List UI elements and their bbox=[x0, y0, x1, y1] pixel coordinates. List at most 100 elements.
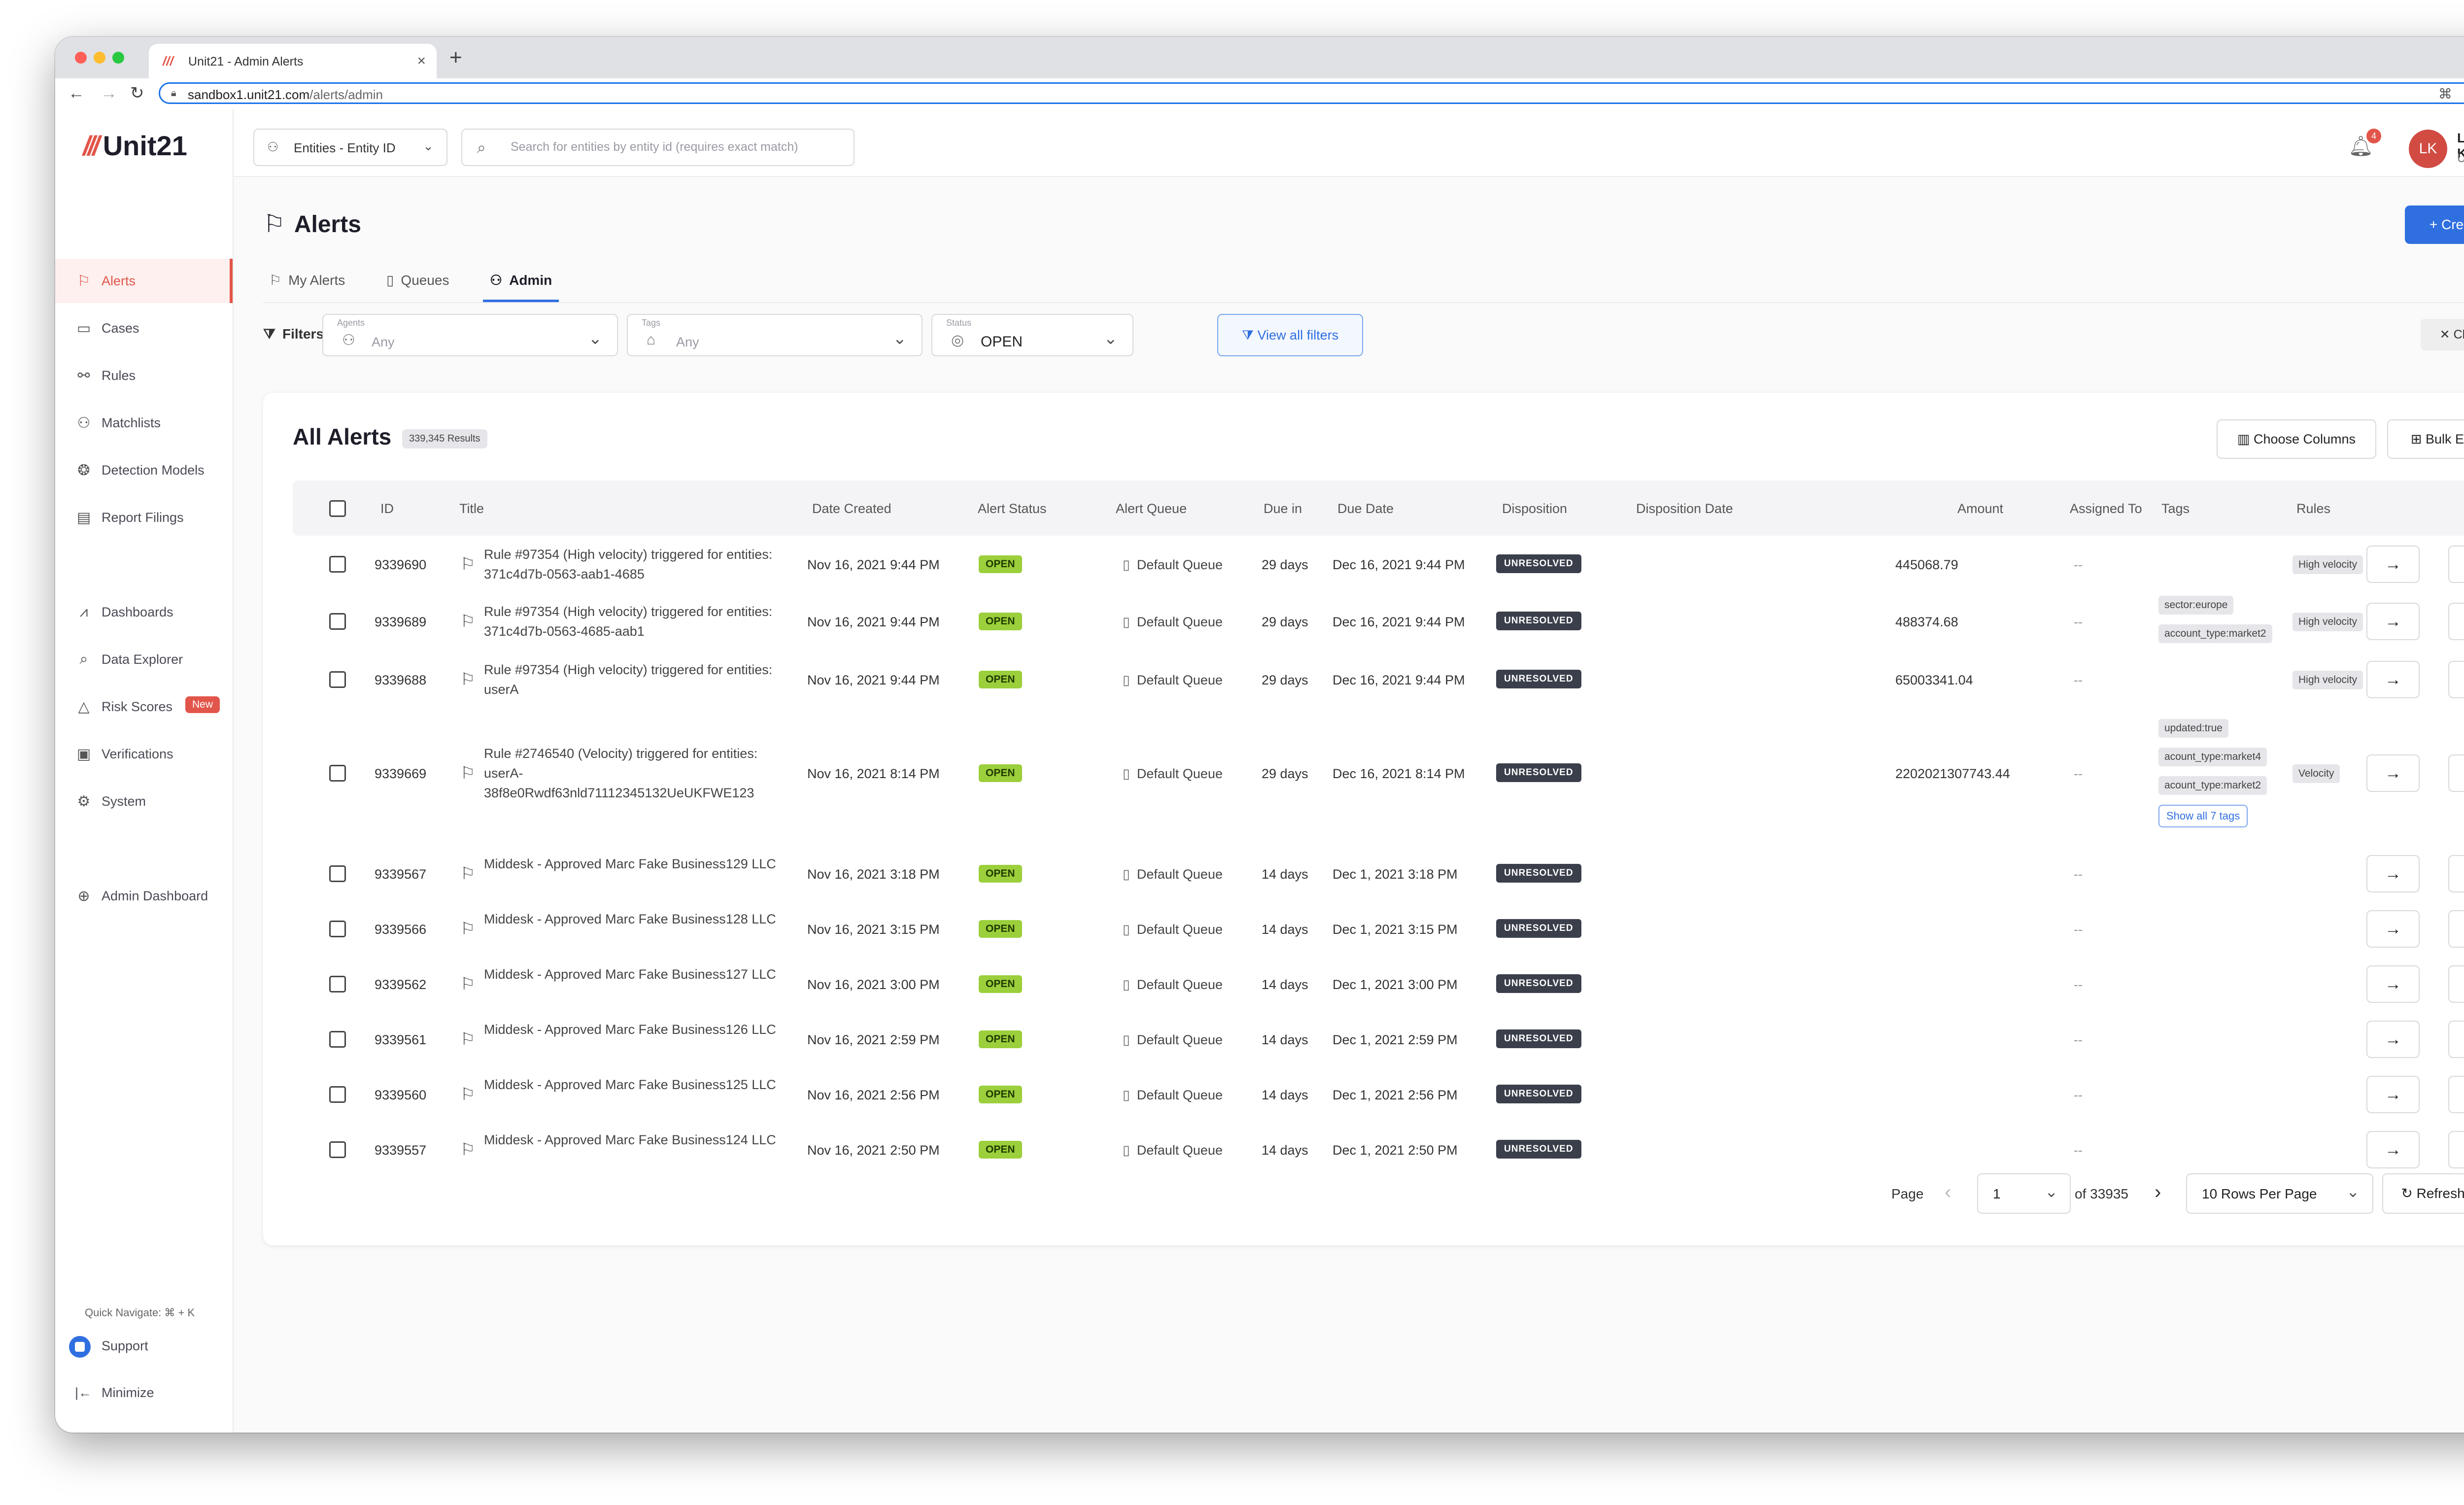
alert-queue[interactable]: ▯ Default Queue bbox=[1123, 977, 1223, 992]
bookmark-star-icon[interactable]: ⌘☆ bbox=[2438, 86, 2464, 102]
close-window-button[interactable] bbox=[75, 52, 87, 64]
minimize-window-button[interactable] bbox=[94, 52, 105, 64]
alert-title[interactable]: Middesk - Approved Marc Fake Business128… bbox=[484, 909, 780, 929]
sidebar-item-matchlists[interactable]: ⚇ Matchlists bbox=[55, 401, 233, 445]
sidebar-item-risk-scores[interactable]: △ Risk Scores New bbox=[55, 684, 233, 729]
sidebar-item-detection-models[interactable]: ❂ Detection Models bbox=[55, 448, 233, 492]
table-row[interactable]: 9339560 ⚐ Middesk - Approved Marc Fake Bus… bbox=[293, 1067, 2464, 1122]
sidebar-item-report-filings[interactable]: ▤ Report Filings bbox=[55, 495, 233, 540]
rows-per-page-select[interactable]: 10 Rows Per Page ⌄ bbox=[2186, 1173, 2373, 1214]
more-actions-button[interactable]: ··· bbox=[2448, 965, 2464, 1003]
alert-title[interactable]: Rule #2746540 (Velocity) triggered for e… bbox=[484, 744, 780, 803]
table-row[interactable]: 9339689 ⚐ Rule #97354 (High velocity) trig… bbox=[293, 594, 2464, 649]
show-all-tags-button[interactable]: Show all 7 tags bbox=[2158, 805, 2248, 827]
new-tab-button[interactable]: + bbox=[449, 47, 462, 68]
open-alert-button[interactable]: → bbox=[2366, 965, 2420, 1003]
page-number-select[interactable]: 1 ⌄ bbox=[1977, 1173, 2071, 1214]
row-checkbox[interactable] bbox=[329, 613, 346, 630]
more-actions-button[interactable]: ··· bbox=[2448, 910, 2464, 948]
column-header-title[interactable]: Title bbox=[459, 501, 484, 516]
open-alert-button[interactable]: → bbox=[2366, 1131, 2420, 1168]
table-row[interactable]: 9339688 ⚐ Rule #97354 (High velocity) trig… bbox=[293, 652, 2464, 707]
alert-title[interactable]: Middesk - Approved Marc Fake Business125… bbox=[484, 1075, 780, 1095]
forward-icon[interactable]: → bbox=[101, 83, 117, 103]
reload-icon[interactable]: ↻ bbox=[130, 83, 144, 103]
more-actions-button[interactable]: ··· bbox=[2448, 603, 2464, 640]
alert-queue[interactable]: ▯ Default Queue bbox=[1123, 673, 1223, 688]
more-actions-button[interactable]: ··· bbox=[2448, 855, 2464, 892]
select-all-checkbox[interactable] bbox=[329, 500, 346, 517]
column-header-disposition-date[interactable]: Disposition Date bbox=[1636, 501, 1733, 516]
tab-my-alerts[interactable]: ⚐ My Alerts bbox=[269, 265, 345, 302]
table-row[interactable]: 9339567 ⚐ Middesk - Approved Marc Fake Bus… bbox=[293, 846, 2464, 901]
column-header-alert-status[interactable]: Alert Status bbox=[978, 501, 1047, 516]
sidebar-item-alerts[interactable]: ⚐ Alerts bbox=[55, 259, 233, 303]
alert-queue[interactable]: ▯ Default Queue bbox=[1123, 1088, 1223, 1103]
tab-queues[interactable]: ▯ Queues bbox=[386, 265, 449, 302]
row-checkbox[interactable] bbox=[329, 1031, 346, 1048]
sidebar-item-verifications[interactable]: ▣ Verifications bbox=[55, 732, 233, 776]
alert-queue[interactable]: ▯ Default Queue bbox=[1123, 766, 1223, 782]
row-checkbox[interactable] bbox=[329, 556, 346, 573]
more-actions-button[interactable]: ··· bbox=[2448, 1021, 2464, 1058]
table-row[interactable]: 9339566 ⚐ Middesk - Approved Marc Fake Bus… bbox=[293, 901, 2464, 957]
tab-admin[interactable]: ⚇ Admin bbox=[483, 265, 559, 302]
user-avatar[interactable]: LK bbox=[2409, 130, 2447, 168]
alert-title[interactable]: Middesk - Approved Marc Fake Business127… bbox=[484, 964, 780, 984]
entity-type-select[interactable]: ⚇ Entities - Entity ID ⌄ bbox=[253, 129, 447, 166]
more-actions-button[interactable]: ··· bbox=[2448, 661, 2464, 698]
sidebar-item-dashboards[interactable]: ⩘ Dashboards bbox=[55, 590, 233, 634]
bulk-export-button[interactable]: ⊞ Bulk Export bbox=[2387, 419, 2464, 459]
sidebar-item-rules[interactable]: ⚯ Rules bbox=[55, 353, 233, 398]
tags-filter[interactable]: Tags ⌂ Any ⌄ bbox=[627, 314, 923, 356]
table-row[interactable]: 9339690 ⚐ Rule #97354 (High velocity) trig… bbox=[293, 537, 2464, 592]
table-row[interactable]: 9339562 ⚐ Middesk - Approved Marc Fake Bus… bbox=[293, 957, 2464, 1012]
open-alert-button[interactable]: → bbox=[2366, 754, 2420, 792]
alert-title[interactable]: Middesk - Approved Marc Fake Business126… bbox=[484, 1020, 780, 1039]
more-actions-button[interactable]: ··· bbox=[2448, 754, 2464, 792]
back-icon[interactable]: ← bbox=[68, 83, 85, 103]
sidebar-item-admin-dashboard[interactable]: ⊕ Admin Dashboard bbox=[55, 874, 233, 918]
row-checkbox[interactable] bbox=[329, 1086, 346, 1103]
open-alert-button[interactable]: → bbox=[2366, 546, 2420, 583]
row-checkbox[interactable] bbox=[329, 865, 346, 882]
more-actions-button[interactable]: ··· bbox=[2448, 1076, 2464, 1113]
close-tab-icon[interactable]: × bbox=[417, 53, 426, 69]
sidebar-item-system[interactable]: ⚙ System bbox=[55, 779, 233, 823]
more-actions-button[interactable]: ··· bbox=[2448, 1131, 2464, 1168]
unit21-logo[interactable]: ///Unit21 bbox=[83, 130, 187, 162]
alert-queue[interactable]: ▯ Default Queue bbox=[1123, 557, 1223, 573]
row-checkbox[interactable] bbox=[329, 921, 346, 937]
table-row[interactable]: 9339669 ⚐ Rule #2746540 (Velocity) trigger… bbox=[293, 709, 2464, 837]
sidebar-item-data-explorer[interactable]: ⌕ Data Explorer bbox=[55, 637, 233, 682]
alert-queue[interactable]: ▯ Default Queue bbox=[1123, 922, 1223, 937]
column-header-alert-queue[interactable]: Alert Queue bbox=[1116, 501, 1187, 516]
row-checkbox[interactable] bbox=[329, 976, 346, 992]
alert-title[interactable]: Rule #97354 (High velocity) triggered fo… bbox=[484, 545, 780, 584]
row-checkbox[interactable] bbox=[329, 1141, 346, 1158]
open-alert-button[interactable]: → bbox=[2366, 1021, 2420, 1058]
alert-queue[interactable]: ▯ Default Queue bbox=[1123, 1032, 1223, 1048]
status-filter[interactable]: Status ◎ OPEN ⌄ bbox=[931, 314, 1133, 356]
open-alert-button[interactable]: → bbox=[2366, 661, 2420, 698]
support-button[interactable]: Support bbox=[69, 1336, 148, 1358]
column-header-rules[interactable]: Rules bbox=[2296, 501, 2330, 516]
alert-title[interactable]: Middesk - Approved Marc Fake Business129… bbox=[484, 854, 780, 874]
next-page-icon[interactable]: › bbox=[2155, 1181, 2161, 1203]
column-header-disposition[interactable]: Disposition bbox=[1502, 501, 1567, 516]
alert-title[interactable]: Middesk - Approved Marc Fake Business124… bbox=[484, 1130, 780, 1150]
column-header-assigned-to[interactable]: Assigned To bbox=[2070, 501, 2142, 516]
view-all-filters-button[interactable]: ⧩ View all filters bbox=[1217, 314, 1363, 356]
agents-filter[interactable]: Agents ⚇ Any ⌄ bbox=[322, 314, 618, 356]
open-alert-button[interactable]: → bbox=[2366, 603, 2420, 640]
column-header-date-created[interactable]: Date Created bbox=[812, 501, 891, 516]
row-checkbox[interactable] bbox=[329, 765, 346, 782]
column-header-tags[interactable]: Tags bbox=[2161, 501, 2190, 516]
table-row[interactable]: 9339557 ⚐ Middesk - Approved Marc Fake Bus… bbox=[293, 1122, 2464, 1177]
table-row[interactable]: 9339561 ⚐ Middesk - Approved Marc Fake Bus… bbox=[293, 1012, 2464, 1067]
minimize-sidebar-button[interactable]: |← Minimize bbox=[75, 1385, 154, 1401]
sidebar-item-cases[interactable]: ▭ Cases bbox=[55, 306, 233, 350]
column-header-due-in[interactable]: Due in bbox=[1264, 501, 1302, 516]
alert-queue[interactable]: ▯ Default Queue bbox=[1123, 615, 1223, 630]
column-header-amount[interactable]: Amount bbox=[1957, 501, 2003, 516]
